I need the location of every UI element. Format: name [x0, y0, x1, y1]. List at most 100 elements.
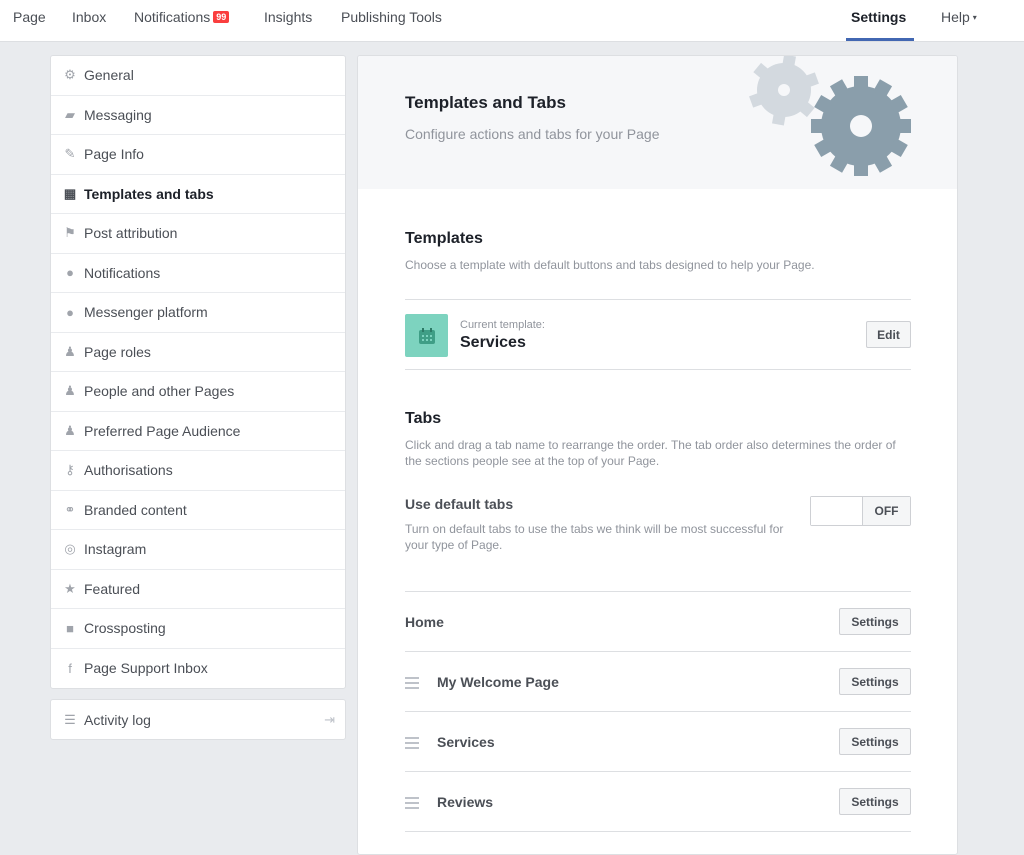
page-title: Templates and Tabs [405, 93, 566, 112]
pencil-icon: ✎ [64, 146, 76, 162]
main-panel: Templates and Tabs Configure actions and… [357, 55, 958, 855]
drag-handle-icon[interactable] [405, 737, 419, 752]
tabs-heading: Tabs [405, 410, 442, 427]
key-icon: ⚷ [65, 462, 75, 478]
tab-name: Reviews [437, 794, 494, 810]
notification-badge: 99 [213, 11, 230, 23]
sidebar-item-label: Authorisations [84, 462, 173, 479]
tab-settings-button[interactable]: Settings [839, 788, 911, 815]
nav-inbox[interactable]: Inbox [72, 9, 106, 25]
tab-row: Home Settings [405, 592, 911, 652]
nav-help[interactable]: Help ▾ [941, 9, 977, 25]
sidebar-item-authorisations[interactable]: ⚷ Authorisations [51, 451, 345, 491]
divider [405, 369, 911, 370]
sidebar-item-label: Messaging [84, 106, 152, 123]
default-tabs-toggle[interactable]: OFF [810, 496, 911, 526]
tab-row[interactable]: Reviews Settings [405, 772, 911, 832]
sidebar-item-notifications[interactable]: ● Notifications [51, 254, 345, 293]
instagram-icon: ◎ [64, 541, 76, 557]
sidebar-item-label: People and other Pages [84, 383, 235, 400]
tab-settings-button[interactable]: Settings [839, 728, 911, 755]
handshake-icon: ⚭ [64, 501, 76, 517]
nav-page[interactable]: Page [13, 9, 46, 25]
gear-icon: ⚙ [64, 67, 76, 83]
tabs-description: Click and drag a tab name to rearrange t… [405, 438, 896, 468]
divider [405, 299, 911, 300]
sidebar-item-label: Instagram [84, 541, 147, 558]
edit-template-button[interactable]: Edit [866, 321, 911, 348]
sidebar-item-label: Post attribution [84, 225, 178, 242]
sidebar-item-page-support-inbox[interactable]: f Page Support Inbox [51, 649, 345, 689]
messaging-icon: ▰ [65, 106, 75, 122]
settings-sidebar: ⚙ General ▰ Messaging ✎ Page Info ▦ Templates a… [50, 55, 346, 689]
current-template-value: Services [460, 334, 526, 351]
messenger-icon: ● [66, 304, 74, 320]
star-icon: ★ [64, 580, 76, 596]
sidebar-item-label: General [84, 67, 134, 84]
divider [405, 831, 911, 832]
nav-insights[interactable]: Insights [264, 9, 312, 25]
facebook-icon: f [68, 660, 72, 676]
small-gear-icon [749, 56, 819, 126]
default-tabs-description: Turn on default tabs to use the tabs we … [405, 522, 784, 552]
sidebar-item-templates-and-tabs[interactable]: ▦ Templates and tabs [51, 175, 345, 214]
sidebar-item-page-info[interactable]: ✎ Page Info [51, 135, 345, 175]
tab-row[interactable]: Services Settings [405, 712, 911, 772]
sidebar-item-people-and-other-pages[interactable]: ♟ People and other Pages [51, 372, 345, 412]
nav-notifications-label: Notifications [134, 9, 211, 25]
default-tabs-heading: Use default tabs [405, 496, 514, 512]
nav-help-label: Help [941, 9, 970, 25]
sidebar-item-label: Crossposting [84, 620, 166, 637]
tab-settings-button[interactable]: Settings [839, 608, 911, 635]
sidebar-item-instagram[interactable]: ◎ Instagram [51, 530, 345, 570]
large-gear-icon [811, 76, 911, 176]
sidebar-item-label: Templates and tabs [84, 185, 214, 202]
sidebar-item-page-roles[interactable]: ♟ Page roles [51, 333, 345, 372]
tab-name: Home [405, 614, 444, 630]
video-icon: ■ [66, 620, 74, 636]
flag-icon: ⚑ [64, 225, 76, 241]
sidebar-item-branded-content[interactable]: ⚭ Branded content [51, 491, 345, 530]
person-icon: ♟ [64, 343, 76, 359]
globe-icon: ● [66, 265, 74, 281]
panel-header: Templates and Tabs Configure actions and… [358, 56, 957, 189]
nav-publishing-tools[interactable]: Publishing Tools [341, 9, 442, 25]
activity-log-link[interactable]: ☰ Activity log ⇥ [50, 699, 346, 740]
person-star-icon: ♟ [64, 383, 76, 399]
sidebar-item-label: Messenger platform [84, 304, 208, 321]
nav-settings[interactable]: Settings [851, 9, 906, 25]
sidebar-item-post-attribution[interactable]: ⚑ Post attribution [51, 214, 345, 254]
drag-handle-icon[interactable] [405, 797, 419, 812]
sidebar-item-featured[interactable]: ★ Featured [51, 570, 345, 609]
sidebar-item-preferred-page-audience[interactable]: ♟ Preferred Page Audience [51, 412, 345, 451]
grid-icon: ▦ [63, 185, 77, 201]
sidebar-item-general[interactable]: ⚙ General [51, 56, 345, 96]
page-subtitle: Configure actions and tabs for your Page [405, 126, 660, 142]
tab-settings-button[interactable]: Settings [839, 668, 911, 695]
sidebar-item-label: Featured [84, 580, 141, 597]
activity-log-label: Activity log [84, 711, 151, 728]
sidebar-item-label: Page roles [84, 343, 151, 360]
toggle-state: OFF [863, 497, 910, 525]
caret-down-icon: ▾ [972, 13, 977, 22]
gears-illustration [749, 56, 911, 176]
person-star-icon: ♟ [64, 422, 76, 438]
tab-name: Services [437, 734, 495, 750]
sidebar-item-label: Page Support Inbox [84, 660, 208, 677]
sidebar-item-crossposting[interactable]: ■ Crossposting [51, 609, 345, 649]
template-icon [405, 314, 448, 357]
exit-icon: ⇥ [324, 711, 335, 727]
calendar-icon [418, 327, 435, 344]
tab-row[interactable]: My Welcome Page Settings [405, 652, 911, 712]
sidebar-item-label: Branded content [84, 501, 187, 518]
nav-notifications[interactable]: Notifications 99 [134, 9, 230, 25]
sidebar-item-messaging[interactable]: ▰ Messaging [51, 96, 345, 135]
templates-heading: Templates [405, 230, 483, 247]
list-icon: ☰ [64, 711, 76, 727]
tab-name: My Welcome Page [437, 674, 559, 690]
templates-description: Choose a template with default buttons a… [405, 258, 815, 272]
drag-handle-icon[interactable] [405, 677, 419, 692]
sidebar-item-label: Page Info [84, 146, 144, 163]
sidebar-item-messenger-platform[interactable]: ● Messenger platform [51, 293, 345, 333]
toggle-knob [811, 497, 863, 525]
